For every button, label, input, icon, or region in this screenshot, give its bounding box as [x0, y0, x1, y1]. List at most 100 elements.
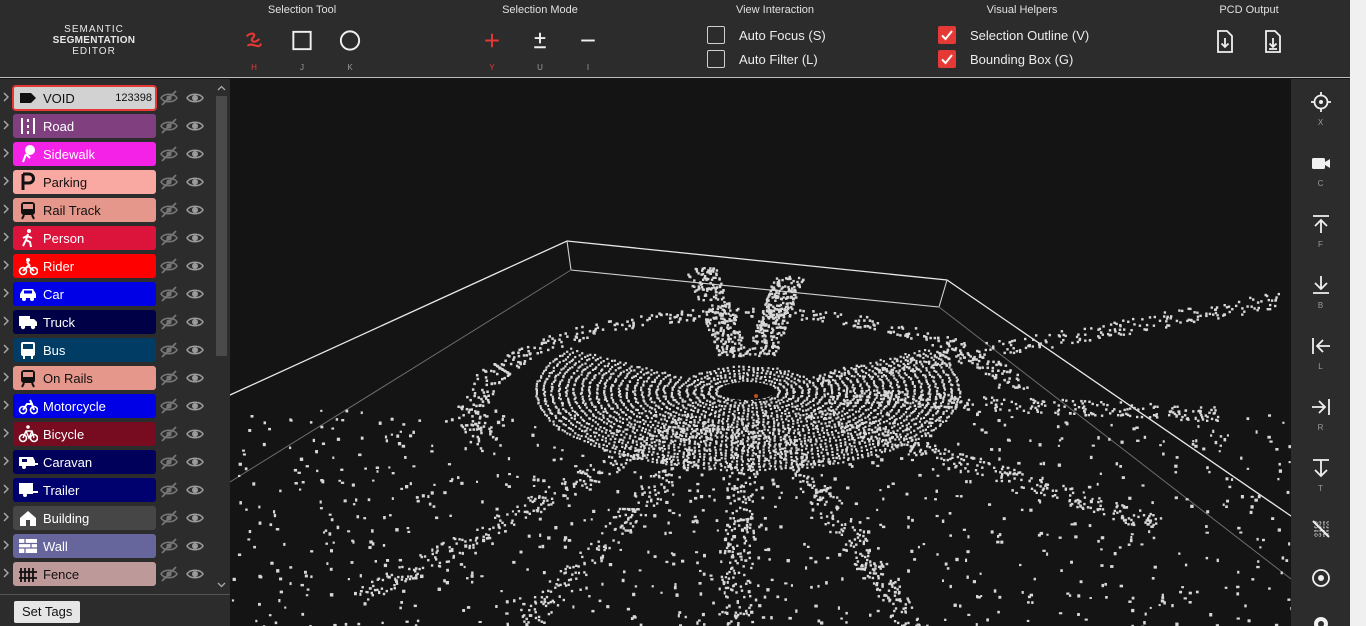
toggle-mode-button[interactable]: U — [520, 28, 560, 72]
expand-arrow-icon[interactable] — [2, 484, 10, 494]
expand-arrow-icon[interactable] — [2, 120, 10, 130]
expand-arrow-icon[interactable] — [2, 232, 10, 242]
hide-others-eye-slash-icon[interactable] — [159, 537, 179, 555]
tag-button-road[interactable]: Road — [13, 114, 156, 138]
tag-button-void[interactable]: VOID 123398 — [12, 85, 157, 111]
view-button-settings[interactable] — [1291, 601, 1350, 626]
auto-focus-checkbox[interactable]: Auto Focus (S) — [707, 26, 826, 44]
hide-others-eye-slash-icon[interactable] — [159, 313, 179, 331]
visibility-eye-icon[interactable] — [185, 509, 205, 527]
auto-filter-checkbox[interactable]: Auto Filter (L) — [707, 50, 818, 68]
expand-arrow-icon[interactable] — [2, 260, 10, 270]
scrollbar-thumb[interactable] — [216, 96, 227, 356]
hide-others-eye-slash-icon[interactable] — [159, 145, 179, 163]
visibility-eye-icon[interactable] — [185, 201, 205, 219]
view-button-arrow-right-to-line[interactable]: R — [1291, 384, 1350, 440]
selection-outline-checkbox[interactable]: Selection Outline (V) — [938, 26, 1089, 44]
tag-button-wall[interactable]: Wall — [13, 534, 156, 558]
hide-others-eye-slash-icon[interactable] — [159, 229, 179, 247]
expand-arrow-icon[interactable] — [2, 176, 10, 186]
expand-arrow-icon[interactable] — [2, 428, 10, 438]
lasso-tool-button[interactable]: H — [234, 28, 274, 72]
tag-button-bus[interactable]: Bus — [13, 338, 156, 362]
expand-arrow-icon[interactable] — [2, 344, 10, 354]
tag-button-motorcycle[interactable]: Motorcycle — [13, 394, 156, 418]
tag-button-parking[interactable]: Parking — [13, 170, 156, 194]
tag-button-rider[interactable]: Rider — [13, 254, 156, 278]
tag-button-building[interactable]: Building — [13, 506, 156, 530]
expand-arrow-icon[interactable] — [2, 148, 10, 158]
hide-others-eye-slash-icon[interactable] — [159, 425, 179, 443]
hide-others-eye-slash-icon[interactable] — [159, 201, 179, 219]
expand-arrow-icon[interactable] — [2, 400, 10, 410]
expand-arrow-icon[interactable] — [2, 204, 10, 214]
add-mode-button[interactable]: Y — [472, 28, 512, 72]
tag-button-person[interactable]: Person — [13, 226, 156, 250]
tag-button-rail-track[interactable]: Rail Track — [13, 198, 156, 222]
visibility-eye-icon[interactable] — [185, 397, 205, 415]
scroll-down-button[interactable] — [213, 578, 230, 592]
expand-arrow-icon[interactable] — [2, 92, 10, 102]
window-scrollbar[interactable] — [1350, 0, 1366, 626]
expand-arrow-icon[interactable] — [2, 288, 10, 298]
visibility-eye-icon[interactable] — [185, 117, 205, 135]
hide-others-eye-slash-icon[interactable] — [159, 89, 179, 107]
visibility-eye-icon[interactable] — [185, 537, 205, 555]
tag-button-car[interactable]: Car — [13, 282, 156, 306]
export-pcd-button[interactable] — [1213, 29, 1237, 55]
visibility-eye-icon[interactable] — [185, 453, 205, 471]
hide-others-eye-slash-icon[interactable] — [159, 117, 179, 135]
scroll-up-button[interactable] — [213, 81, 230, 95]
expand-arrow-icon[interactable] — [2, 540, 10, 550]
hide-others-eye-slash-icon[interactable] — [159, 173, 179, 191]
expand-arrow-icon[interactable] — [2, 316, 10, 326]
visibility-eye-icon[interactable] — [185, 369, 205, 387]
hide-others-eye-slash-icon[interactable] — [159, 481, 179, 499]
visibility-eye-icon[interactable] — [185, 481, 205, 499]
view-button-arrow-left-to-line[interactable]: L — [1291, 323, 1350, 379]
hide-others-eye-slash-icon[interactable] — [159, 257, 179, 275]
expand-arrow-icon[interactable] — [2, 512, 10, 522]
tag-button-truck[interactable]: Truck — [13, 310, 156, 334]
visibility-eye-icon[interactable] — [185, 285, 205, 303]
point-cloud-viewport[interactable] — [230, 79, 1291, 626]
hide-others-eye-slash-icon[interactable] — [159, 285, 179, 303]
hide-others-eye-slash-icon[interactable] — [159, 341, 179, 359]
expand-arrow-icon[interactable] — [2, 372, 10, 382]
tag-button-caravan[interactable]: Caravan — [13, 450, 156, 474]
hide-others-eye-slash-icon[interactable] — [159, 565, 179, 583]
visibility-eye-icon[interactable] — [185, 89, 205, 107]
export-labels-button[interactable] — [1261, 29, 1285, 55]
visibility-eye-icon[interactable] — [185, 313, 205, 331]
hide-others-eye-slash-icon[interactable] — [159, 397, 179, 415]
tag-button-trailer[interactable]: Trailer — [13, 478, 156, 502]
bounding-box-checkbox[interactable]: Bounding Box (G) — [938, 50, 1073, 68]
visibility-eye-icon[interactable] — [185, 341, 205, 359]
hide-others-eye-slash-icon[interactable] — [159, 453, 179, 471]
view-button-arrow-down-from-line[interactable]: T — [1291, 445, 1350, 501]
visibility-eye-icon[interactable] — [185, 173, 205, 191]
view-button-crosshair[interactable]: X — [1291, 79, 1350, 135]
tag-button-fence[interactable]: Fence — [13, 562, 156, 586]
expand-arrow-icon[interactable] — [2, 456, 10, 466]
view-button-grid-slash[interactable] — [1291, 506, 1350, 562]
tag-button-sidewalk[interactable]: Sidewalk — [13, 142, 156, 166]
circle-tool-button[interactable]: K — [330, 28, 370, 72]
hide-others-eye-slash-icon[interactable] — [159, 509, 179, 527]
hide-others-eye-slash-icon[interactable] — [159, 369, 179, 387]
set-tags-button[interactable]: Set Tags — [14, 601, 81, 623]
visibility-eye-icon[interactable] — [185, 565, 205, 583]
tag-button-bicycle[interactable]: Bicycle — [13, 422, 156, 446]
view-button-arrow-down-to-line[interactable]: B — [1291, 262, 1350, 318]
visibility-eye-icon[interactable] — [185, 229, 205, 247]
visibility-eye-icon[interactable] — [185, 425, 205, 443]
tag-button-on-rails[interactable]: On Rails — [13, 366, 156, 390]
subtract-mode-button[interactable]: I — [568, 28, 608, 72]
view-button-camera[interactable]: C — [1291, 140, 1350, 196]
rectangle-tool-button[interactable]: J — [282, 28, 322, 72]
view-button-arrow-up-to-line[interactable]: F — [1291, 201, 1350, 257]
visibility-eye-icon[interactable] — [185, 145, 205, 163]
expand-arrow-icon[interactable] — [2, 568, 10, 578]
visibility-eye-icon[interactable] — [185, 257, 205, 275]
tag-list-scrollbar[interactable] — [213, 79, 230, 594]
